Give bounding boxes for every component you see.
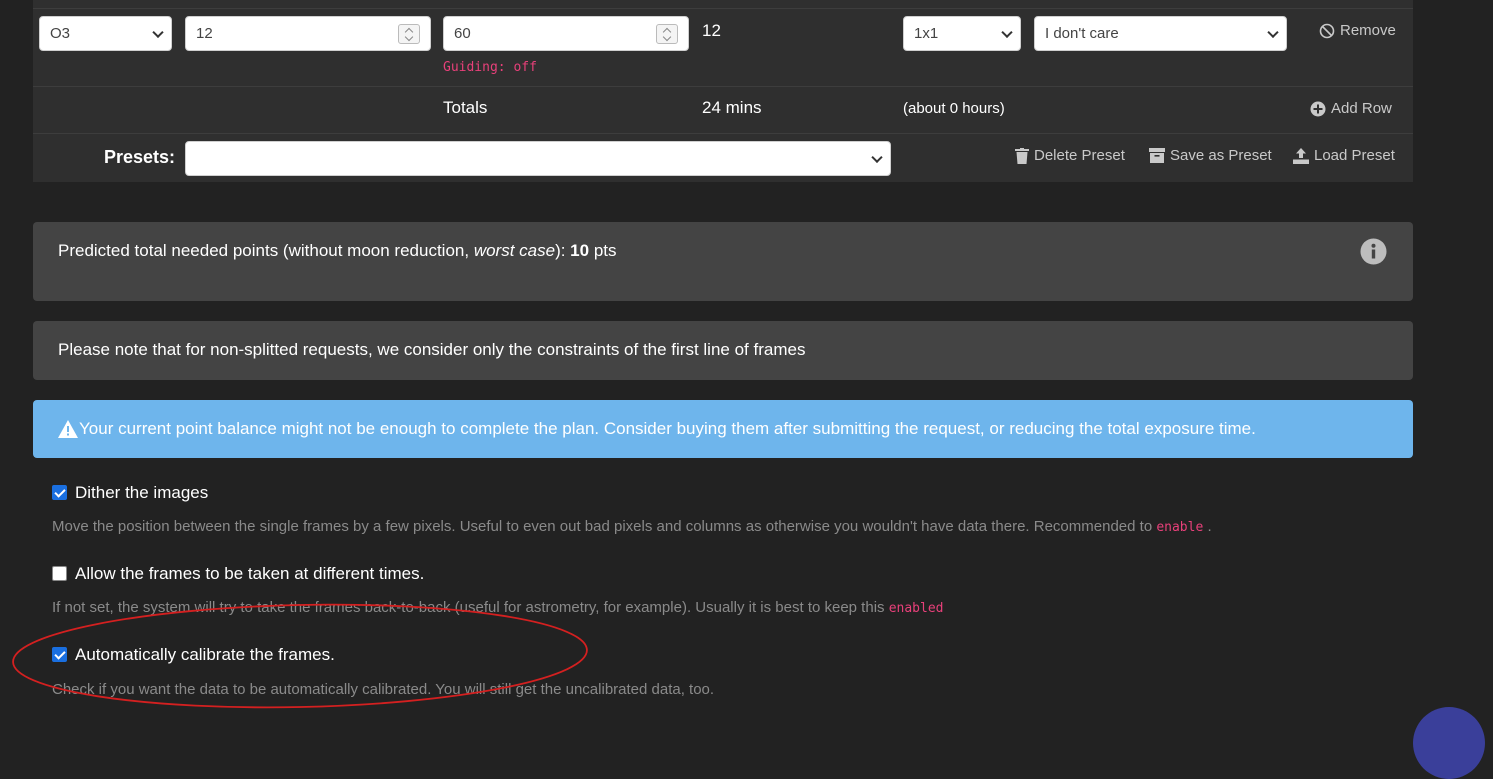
prediction-text-colon: ): <box>555 241 571 260</box>
frame-count-value: 12 <box>196 25 213 42</box>
stepper-icon[interactable] <box>398 24 420 44</box>
chevron-down-icon <box>871 151 883 163</box>
dither-help-tail: . <box>1203 518 1212 535</box>
dither-checkbox[interactable] <box>52 485 67 500</box>
chevron-down-icon <box>1001 26 1013 38</box>
trash-icon <box>1015 147 1029 164</box>
different-times-checkbox[interactable] <box>52 566 67 581</box>
point-balance-alert: Your current point balance might not be … <box>33 400 1413 458</box>
prediction-points: 10 <box>570 241 590 260</box>
chat-widget-button[interactable] <box>1413 707 1485 779</box>
option-select-value: I don't care <box>1045 25 1119 42</box>
constraints-note-text: Please note that for non-splitted reques… <box>58 340 806 359</box>
stepper-icon[interactable] <box>656 24 678 44</box>
presets-select[interactable] <box>185 141 891 176</box>
frame-count-input[interactable]: 12 <box>185 16 431 51</box>
totals-hours: (about 0 hours) <box>903 100 1005 117</box>
info-icon[interactable] <box>1360 238 1387 265</box>
prediction-box: Predicted total needed points (without m… <box>33 222 1413 301</box>
row-divider <box>33 86 1413 87</box>
delete-preset-button[interactable]: Delete Preset <box>1015 147 1125 164</box>
remove-row-button[interactable]: Remove <box>1319 22 1396 39</box>
dither-help-code: enable <box>1156 520 1204 535</box>
ban-icon <box>1319 23 1335 38</box>
totals-label: Totals <box>443 98 488 117</box>
add-row-button[interactable]: Add Row <box>1310 100 1392 117</box>
exposure-value: 60 <box>454 25 471 42</box>
plus-circle-icon <box>1310 101 1326 116</box>
dither-label: Dither the images <box>75 483 209 502</box>
different-times-label: Allow the frames to be taken at differen… <box>75 564 425 583</box>
dither-help: Move the position between the single fra… <box>52 518 1212 535</box>
binning-select-value: 1x1 <box>914 25 939 42</box>
load-preset-button[interactable]: Load Preset <box>1293 147 1395 164</box>
prediction-text: Predicted total needed points (without m… <box>58 241 617 261</box>
option-select[interactable]: I don't care <box>1034 16 1287 51</box>
guiding-label: Guiding: <box>443 60 506 75</box>
save-preset-button[interactable]: Save as Preset <box>1149 147 1272 164</box>
row-total-count: 12 <box>702 21 721 40</box>
guiding-status: Guiding: off <box>443 60 537 75</box>
annotation-ellipse <box>12 603 588 709</box>
add-row-label: Add Row <box>1331 100 1392 117</box>
filter-select-value: O3 <box>50 25 71 42</box>
load-preset-label: Load Preset <box>1314 147 1395 164</box>
row-divider <box>33 133 1413 134</box>
prediction-worst-case: worst case <box>473 241 556 260</box>
different-times-help-code: enabled <box>888 601 944 616</box>
prediction-text-lead: Predicted total needed points (without m… <box>58 241 474 260</box>
point-balance-alert-text: Your current point balance might not be … <box>79 419 1256 438</box>
archive-icon <box>1149 148 1165 163</box>
chevron-down-icon <box>1267 26 1279 38</box>
presets-label: Presets: <box>104 147 176 167</box>
prediction-unit: pts <box>589 241 617 260</box>
warning-icon <box>58 420 78 438</box>
upload-icon <box>1293 147 1309 164</box>
binning-select[interactable]: 1x1 <box>903 16 1021 51</box>
dither-help-text: Move the position between the single fra… <box>52 518 1157 535</box>
remove-row-label: Remove <box>1340 22 1396 39</box>
chevron-down-icon <box>152 26 164 38</box>
totals-duration: 24 mins <box>702 98 762 117</box>
row-divider <box>33 8 1413 9</box>
guiding-value: off <box>513 60 537 75</box>
delete-preset-label: Delete Preset <box>1034 147 1125 164</box>
exposure-input[interactable]: 60 <box>443 16 689 51</box>
filter-select[interactable]: O3 <box>39 16 172 51</box>
save-preset-label: Save as Preset <box>1170 147 1272 164</box>
constraints-note: Please note that for non-splitted reques… <box>33 321 1413 380</box>
